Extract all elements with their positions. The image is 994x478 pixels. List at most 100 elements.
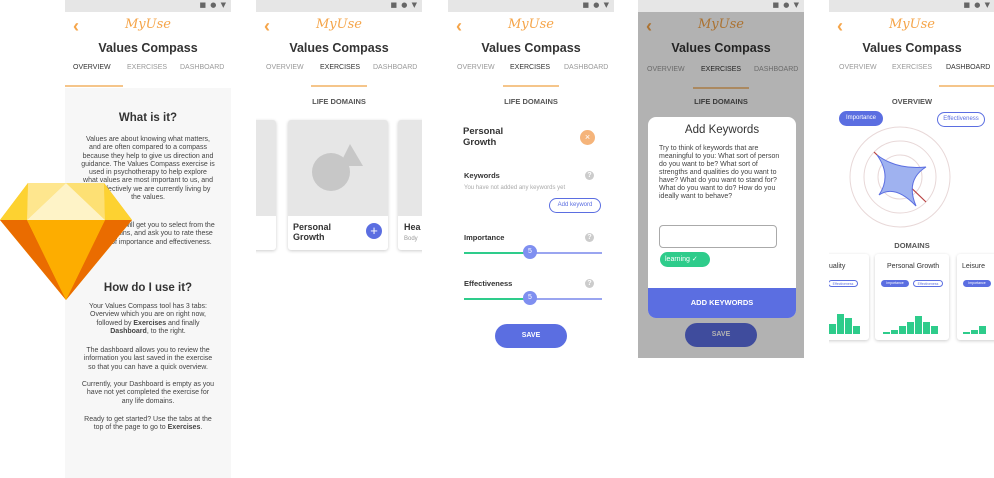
next-domain-card[interactable]: Hea Body <box>398 120 422 250</box>
domain-bar <box>923 322 930 334</box>
active-tab-indicator <box>65 85 123 87</box>
app-brand: MyUse <box>889 17 935 32</box>
page-title: Values Compass <box>289 41 389 55</box>
domain-title: Personal Growth <box>463 126 504 148</box>
add-keywords-modal: Add Keywords Try to think of keywords th… <box>648 117 796 318</box>
status-icons: ■ ● ▼ <box>199 1 227 9</box>
tab-overview[interactable]: OVERVIEW <box>266 64 304 71</box>
effectiveness-slider-fill <box>464 298 530 300</box>
importance-help-icon[interactable]: ? <box>585 233 594 242</box>
effectiveness-label: Effectiveness <box>464 279 513 288</box>
importance-slider-track <box>530 252 602 254</box>
card-title: Hea <box>404 222 421 232</box>
prev-domain-card[interactable] <box>256 120 276 250</box>
importance-mini-pill: Importance <box>881 280 909 287</box>
domain-card-personal-growth[interactable]: Personal Growth + <box>288 120 388 250</box>
domain-bar <box>907 322 914 334</box>
start-paragraph: Ready to get started? Use the tabs at th… <box>81 416 215 433</box>
screen-exercises: ■ ● ▼ ‹ MyUse Values Compass OVERVIEW EX… <box>256 0 422 478</box>
add-keywords-button[interactable]: ADD KEYWORDS <box>648 288 796 318</box>
domain-bar <box>899 326 906 334</box>
status-bar: ■ ● ▼ <box>829 0 994 12</box>
effectiveness-mini-pill: Effectiveness <box>913 280 943 287</box>
page-title: Values Compass <box>98 41 198 55</box>
importance-slider-fill <box>464 252 530 254</box>
status-icons: ■ ● ▼ <box>390 1 418 9</box>
tab-exercises[interactable]: EXERCISES <box>892 64 932 71</box>
screen-domain-detail: ■ ● ▼ ‹ MyUse Values Compass OVERVIEW EX… <box>448 0 614 478</box>
domain-card-personal-growth[interactable]: Personal Growth Importance Effectiveness <box>875 254 949 340</box>
close-icon[interactable]: × <box>580 130 595 145</box>
keyword-input[interactable] <box>659 225 777 248</box>
modal-title: Add Keywords <box>684 124 760 136</box>
overview-section-title: OVERVIEW <box>891 97 933 106</box>
empty-paragraph: Currently, your Dashboard is empty as yo… <box>81 381 215 405</box>
app-brand: MyUse <box>125 17 171 32</box>
exercises-link-text-2: Exercises <box>167 424 201 432</box>
dashboard-link-text: Dashboard <box>110 327 147 335</box>
active-tab-indicator <box>939 85 994 87</box>
tab-exercises[interactable]: EXERCISES <box>127 64 167 71</box>
add-domain-button[interactable]: + <box>366 223 382 239</box>
effectiveness-help-icon[interactable]: ? <box>585 279 594 288</box>
start-paragraph-end: . <box>200 424 203 432</box>
section-title: LIFE DOMAINS <box>504 97 558 106</box>
app-brand: MyUse <box>508 17 554 32</box>
shapes-icon <box>312 144 363 191</box>
importance-label: Importance <box>464 233 505 242</box>
status-bar: ■ ● ▼ <box>256 0 422 12</box>
domain-bar <box>845 318 852 334</box>
domain-bar <box>971 330 978 334</box>
status-icons: ■ ● ▼ <box>582 1 610 9</box>
modal-instructions: Try to think of keywords that are meanin… <box>659 145 780 200</box>
keyword-chip[interactable]: learning ✓ <box>660 252 710 267</box>
domain-card-title: uality <box>829 263 846 270</box>
tab-bar: OVERVIEW EXERCISES DASHBOARD <box>829 64 994 88</box>
domain-card-title: Leisure <box>962 263 985 270</box>
dashboard-paragraph: The dashboard allows you to review the i… <box>83 347 213 371</box>
effectiveness-mini-pill: Effectiveness <box>829 280 858 287</box>
effectiveness-slider-track <box>530 298 602 300</box>
save-button[interactable]: SAVE <box>495 324 567 348</box>
keywords-label: Keywords <box>464 171 500 180</box>
tab-overview[interactable]: OVERVIEW <box>839 64 877 71</box>
domain-bar <box>837 314 844 334</box>
card-subtitle: Body <box>404 236 418 242</box>
active-tab-indicator <box>311 85 367 87</box>
domain-card-title: Personal Growth <box>887 263 940 270</box>
tab-dashboard[interactable]: DASHBOARD <box>180 64 224 71</box>
tab-bar: OVERVIEW EXERCISES DASHBOARD <box>448 64 614 88</box>
effectiveness-slider-thumb[interactable]: 5 <box>523 291 537 305</box>
app-brand: MyUse <box>316 17 362 32</box>
screen-dashboard: ■ ● ▼ ‹ MyUse Values Compass OVERVIEW EX… <box>829 0 994 478</box>
tab-overview[interactable]: OVERVIEW <box>73 64 111 71</box>
tab-dashboard[interactable]: DASHBOARD <box>946 64 990 71</box>
tab-dashboard[interactable]: DASHBOARD <box>564 64 608 71</box>
domain-bar <box>829 324 836 334</box>
tab-dashboard[interactable]: DASHBOARD <box>373 64 417 71</box>
importance-slider-thumb[interactable]: 5 <box>523 245 537 259</box>
section-title: LIFE DOMAINS <box>312 97 366 106</box>
tab-bar: OVERVIEW EXERCISES DASHBOARD <box>65 64 231 88</box>
keywords-help-icon[interactable]: ? <box>585 171 594 180</box>
tab-bar: OVERVIEW EXERCISES DASHBOARD <box>256 64 422 88</box>
domain-bar <box>979 326 986 334</box>
sketch-logo <box>0 183 132 300</box>
domain-card-leisure[interactable]: Leisure Importance <box>957 254 994 340</box>
domain-bar <box>931 326 938 334</box>
exercises-link-text: Exercises <box>133 319 167 327</box>
card-image <box>256 120 276 216</box>
tab-exercises[interactable]: EXERCISES <box>510 64 550 71</box>
tabs-paragraph-text-3: , to the right. <box>146 327 186 335</box>
tabs-paragraph-text-2: and finally <box>166 319 200 327</box>
domain-card-quality[interactable]: uality Effectiveness <box>829 254 869 340</box>
domain-bar <box>853 326 860 334</box>
domain-bar <box>883 332 890 334</box>
card-image <box>288 120 388 216</box>
tab-overview[interactable]: OVERVIEW <box>457 64 495 71</box>
tab-exercises[interactable]: EXERCISES <box>320 64 360 71</box>
add-keyword-button[interactable]: Add keyword <box>549 198 601 213</box>
screen-add-keywords: ■ ● ▼ ‹ MyUse Values Compass OVERVIEW EX… <box>638 0 804 358</box>
status-bar: ■ ● ▼ <box>448 0 614 12</box>
keywords-empty-hint: You have not added any keywords yet <box>464 185 566 191</box>
